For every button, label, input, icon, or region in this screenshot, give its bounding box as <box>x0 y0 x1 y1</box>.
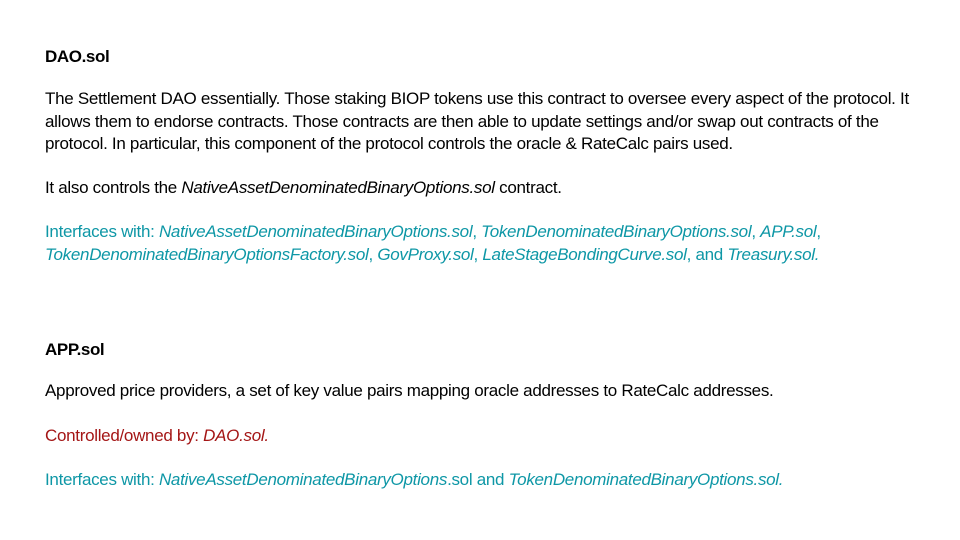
dao-interfaces: Interfaces with: NativeAssetDenominatedB… <box>45 221 915 266</box>
app-controlled-value: DAO.sol. <box>203 426 269 445</box>
interface-link: APP.sol <box>760 222 817 241</box>
slide: DAO.sol The Settlement DAO essentially. … <box>0 0 960 540</box>
dao-controls-line: It also controls the NativeAssetDenomina… <box>45 177 915 200</box>
interface-link: NativeAssetDenominatedBinaryOptions.sol <box>158 222 473 241</box>
app-title: APP.sol <box>45 340 105 359</box>
app-interfaces-label: Interfaces with: <box>45 470 159 489</box>
separator: , <box>368 244 378 264</box>
dao-controls-contract: NativeAssetDenominatedBinaryOptions.sol <box>181 178 495 197</box>
interface-link: Treasury.sol. <box>727 244 820 264</box>
interface-link: TokenDenominatedBinaryOptionsFactory.sol <box>45 244 369 264</box>
separator: , and <box>686 244 728 264</box>
interface-link: NativeAssetDenominatedBinaryOptions <box>158 470 448 489</box>
interface-link: TokenDenominatedBinaryOptions.sol <box>481 222 752 241</box>
separator: , <box>816 222 821 241</box>
separator: , <box>472 222 482 241</box>
dao-interfaces-label: Interfaces with: <box>45 222 159 241</box>
interface-link: TokenDenominatedBinaryOptions.sol. <box>508 470 784 489</box>
app-controlled-label: Controlled/owned by: <box>45 426 204 445</box>
app-controlled: Controlled/owned by: DAO.sol. <box>45 425 915 448</box>
interface-plain: .sol and <box>447 470 509 489</box>
dao-controls-suffix: contract. <box>494 178 562 197</box>
app-description: Approved price providers, a set of key v… <box>45 381 774 400</box>
dao-description: The Settlement DAO essentially. Those st… <box>45 89 909 153</box>
dao-title: DAO.sol <box>45 47 110 66</box>
dao-controls-prefix: It also controls the <box>45 178 182 197</box>
separator: , <box>751 222 761 241</box>
app-interfaces: Interfaces with: NativeAssetDenominatedB… <box>45 469 915 492</box>
interface-link: GovProxy.sol <box>377 244 474 264</box>
interface-link: LateStageBondingCurve.sol <box>482 244 687 264</box>
